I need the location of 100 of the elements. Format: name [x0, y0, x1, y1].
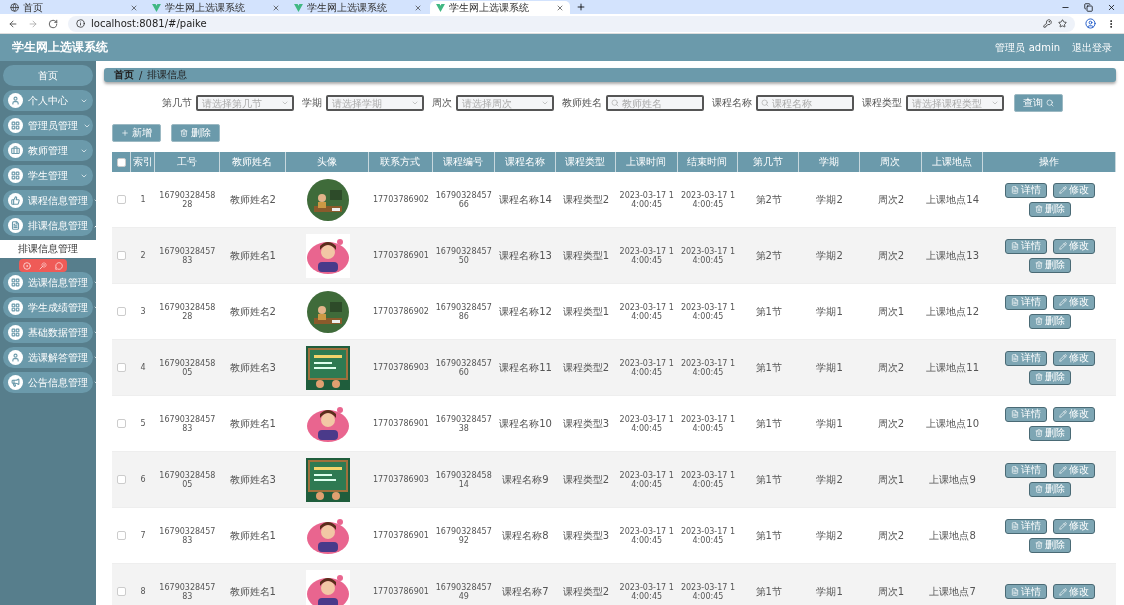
detail-button[interactable]: 详情 — [1004, 182, 1047, 198]
table-cell: 周次2 — [877, 248, 905, 263]
trash-icon — [1034, 429, 1043, 437]
restore-icon[interactable] — [1084, 2, 1093, 12]
table-cell: 17703786902 — [372, 195, 429, 204]
table-cell-text: 1679032845805 — [158, 358, 217, 377]
breadcrumb-separator: / — [139, 69, 143, 81]
megaphone-icon — [8, 375, 23, 390]
back-icon[interactable] — [8, 18, 18, 29]
chevron-icon — [410, 99, 419, 107]
checkbox[interactable] — [117, 363, 127, 372]
edit-button[interactable]: 修改 — [1052, 182, 1095, 198]
checkbox[interactable] — [117, 251, 127, 260]
user-label: 管理员 admin — [995, 40, 1060, 55]
table-cell: 课程名称14 — [499, 192, 552, 207]
close-icon[interactable] — [1107, 2, 1116, 12]
table-cell: 17703786903 — [372, 363, 429, 372]
table-cell-text: 1679032845783 — [158, 246, 217, 265]
sidebar-item[interactable]: 学生管理 — [3, 165, 93, 186]
browser-tab[interactable]: 学生网上选课系统 — [430, 1, 570, 14]
detail-button[interactable]: 详情 — [1004, 518, 1047, 534]
delete-button[interactable]: 删除 — [1028, 425, 1071, 441]
table-cell: 周次2 — [877, 416, 905, 431]
edit-button[interactable]: 修改 — [1052, 350, 1095, 366]
edit-button[interactable]: 修改 — [1052, 406, 1095, 422]
sidebar-item[interactable]: 学生成绩管理 — [3, 297, 93, 318]
edit-button[interactable]: 修改 — [1052, 238, 1095, 254]
table-cell: 17703786901 — [372, 531, 429, 540]
key-icon[interactable] — [1043, 19, 1052, 28]
sidebar-item[interactable]: 首页 — [3, 65, 93, 86]
edit-button[interactable]: 修改 — [1052, 462, 1095, 478]
edit-button[interactable]: 修改 — [1052, 584, 1095, 599]
sidebar-item[interactable]: 课程信息管理 — [3, 190, 93, 211]
delete-button[interactable]: 删除 — [1028, 481, 1071, 497]
detail-button[interactable]: 详情 — [1004, 462, 1047, 478]
star-icon[interactable] — [1058, 19, 1067, 28]
sidebar-item[interactable]: 公告信息管理 — [3, 372, 93, 393]
checkbox[interactable] — [117, 419, 127, 428]
select-field[interactable]: 请选择第几节 — [195, 95, 294, 111]
column-header: 周次 — [859, 152, 923, 172]
checkbox[interactable] — [117, 475, 127, 484]
table-cell: 第1节 — [755, 528, 782, 543]
search-button[interactable]: 查询 — [1013, 94, 1063, 112]
browser-tab[interactable]: 首页 — [4, 1, 144, 14]
delete-button[interactable]: 删除 — [171, 124, 220, 142]
checkbox[interactable] — [117, 307, 127, 316]
address-bar[interactable]: localhost:8081/#/paike — [68, 15, 1075, 32]
add-button[interactable]: 新增 — [112, 124, 161, 142]
sidebar-item[interactable]: 基础数据管理 — [3, 322, 93, 343]
table-cell: 第1节 — [755, 584, 782, 599]
logout-link[interactable]: 退出登录 — [1072, 40, 1112, 55]
edit-button[interactable]: 修改 — [1052, 294, 1095, 310]
checkbox[interactable] — [117, 587, 127, 596]
profile-icon[interactable] — [1085, 18, 1096, 29]
sidebar-item[interactable]: 个人中心 — [3, 90, 93, 111]
detail-button[interactable]: 详情 — [1004, 584, 1047, 599]
sidebar-item[interactable]: 选课解答管理 — [3, 347, 93, 368]
submenu-item[interactable]: 排课信息管理 — [0, 240, 96, 258]
circle-icon[interactable] — [23, 261, 31, 270]
browser-tab[interactable]: 学生网上选课系统 — [288, 1, 428, 14]
select-field[interactable]: 请选择周次 — [455, 95, 554, 111]
wand-icon[interactable] — [39, 261, 47, 270]
sidebar-item[interactable]: 管理员管理 — [3, 115, 93, 136]
sidebar-item[interactable]: 选课信息管理 — [3, 272, 93, 293]
search-field[interactable]: 课程名称 — [755, 95, 854, 111]
trash-icon — [180, 129, 188, 137]
reload-icon[interactable] — [48, 18, 58, 29]
checkbox[interactable] — [116, 157, 126, 167]
close-icon[interactable] — [272, 3, 280, 12]
delete-button[interactable]: 删除 — [1028, 537, 1071, 553]
close-icon[interactable] — [556, 3, 564, 12]
detail-button[interactable]: 详情 — [1004, 350, 1047, 366]
delete-button[interactable]: 删除 — [1028, 313, 1071, 329]
select-field[interactable]: 请选择课程类型 — [905, 95, 1004, 111]
table-cell: 学期1 — [816, 416, 843, 431]
search-field[interactable]: 教师姓名 — [605, 95, 704, 111]
new-tab-icon[interactable] — [576, 2, 586, 12]
table-cell: 4 — [140, 363, 146, 372]
table-cell: 第1节 — [755, 360, 782, 375]
checkbox[interactable] — [117, 195, 127, 204]
close-icon[interactable] — [130, 3, 138, 12]
breadcrumb-item[interactable]: 首页 — [114, 68, 134, 82]
app-title: 学生网上选课系统 — [12, 39, 108, 56]
delete-button[interactable]: 删除 — [1028, 257, 1071, 273]
detail-button[interactable]: 详情 — [1004, 294, 1047, 310]
select-field[interactable]: 请选择学期 — [325, 95, 424, 111]
trash-icon — [1034, 205, 1043, 213]
detail-button[interactable]: 详情 — [1004, 238, 1047, 254]
detail-button[interactable]: 详情 — [1004, 406, 1047, 422]
filter-label: 课程名称 — [711, 96, 752, 110]
delete-button[interactable]: 删除 — [1028, 201, 1071, 217]
table-cell-text: 1679032845783 — [158, 582, 217, 601]
sidebar-item[interactable]: 教师管理 — [3, 140, 93, 161]
browser-tab[interactable]: 学生网上选课系统 — [146, 1, 286, 14]
pencil-icon — [1058, 587, 1067, 596]
edit-button[interactable]: 修改 — [1052, 518, 1095, 534]
close-icon[interactable] — [414, 3, 422, 12]
table-cell: 学期1 — [816, 360, 843, 375]
checkbox[interactable] — [117, 531, 127, 540]
delete-button[interactable]: 删除 — [1028, 369, 1071, 385]
